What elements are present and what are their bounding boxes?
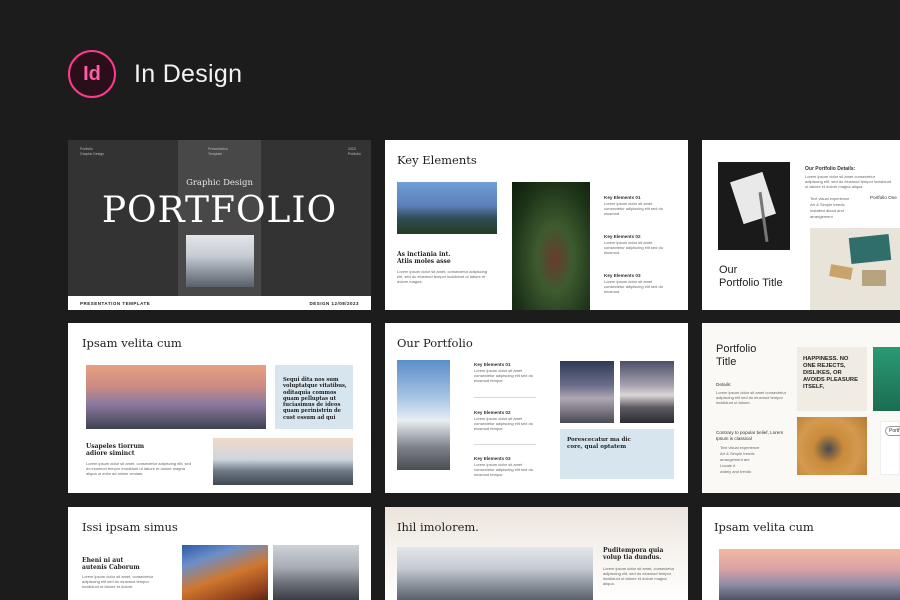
photo-snow-mountain: [213, 438, 353, 485]
slide-heading: As inctiania int. Atiis moles asse: [397, 251, 451, 265]
quote-text: Sequi dita nos sum voluptatque vitatibus…: [283, 377, 347, 421]
photo-pink-mountain: [719, 549, 900, 600]
book-shape: [848, 233, 892, 265]
item-label: Key Elements 01: [604, 195, 641, 200]
slide-title: Ihil imolorem.: [397, 520, 479, 534]
slide-portfolio-details[interactable]: Portfolio Title Details: Lorem ipsum dol…: [702, 323, 900, 493]
title-line-2: Title: [716, 356, 737, 368]
details-text: Lorem ipsum dolor sit amet consectetur a…: [716, 390, 787, 405]
cover-footer-right: DESIGN 12/08/2023: [309, 301, 359, 306]
slide-issi-ipsam[interactable]: Issi ipsam simus Eheni ni aut autenis Ca…: [68, 507, 371, 600]
item-label: Key Elements 03: [474, 456, 511, 461]
slide-key-elements[interactable]: Key Elements As inctiania int. Atiis mol…: [385, 140, 688, 310]
page-title: In Design: [134, 59, 243, 88]
bullet-item: Art & Simple trends: [810, 202, 845, 207]
photo-rock-sunset: [182, 545, 268, 600]
item-text: Lorem ipsum dolor sit amet consectetur a…: [604, 240, 663, 255]
title-line-2: Portfolio Title: [719, 277, 783, 289]
photo-branding-mockup: [810, 228, 900, 310]
quote-text: Porescecatur ma dic core, qual optatem: [567, 437, 631, 450]
app-header: Id In Design: [68, 50, 242, 98]
divider: [474, 397, 536, 398]
cover-top-right: 2023 Portfolio: [348, 147, 361, 156]
title-line-1: Portfolio: [716, 343, 757, 355]
bullet-item: Text visual experience: [720, 445, 760, 450]
photo-tools-flatlay: [797, 417, 867, 475]
slide-title: Issi ipsam simus: [82, 520, 178, 534]
slide-title: Ipsam velita cum: [82, 336, 182, 350]
bullet-item: Locate it: [720, 463, 736, 468]
photo-lake-mountain: [620, 361, 674, 423]
item-text: Lorem ipsum dolor sit amet consectetur a…: [474, 368, 533, 383]
item-text: Lorem ipsum dolor sit amet consectetur a…: [604, 201, 663, 216]
details-heading: Our Portfolio Details:: [805, 166, 856, 172]
slide-title: Ipsam velita cum: [714, 520, 814, 534]
card-shape: [829, 264, 853, 280]
contrary-text: Contrary to popular belief, Lorem Ipsum …: [716, 430, 784, 441]
details-text: Lorem ipsum dolor sit amet consectetur a…: [805, 174, 892, 189]
item-label: Key Elements 03: [604, 273, 641, 278]
photo-dusk-mountain: [560, 361, 614, 423]
slide-body: Lorem ipsum dolor sit amet, consectetur …: [82, 574, 154, 589]
cover-photo-mountain: [186, 235, 254, 287]
cover-top-left: Portfolio Graphic Design: [80, 147, 105, 156]
item-label: Key Elements 01: [474, 362, 511, 367]
cover-top-center: Presentation Template: [208, 147, 228, 156]
bullet-item: Installed about and: [810, 208, 844, 213]
side-label: Portfolio One: [870, 195, 897, 200]
photo-snow-peaks: [397, 547, 593, 600]
photo-sunset-mountain: [86, 365, 266, 429]
bullet-item: Art & Simple trends: [720, 451, 755, 456]
photo-dark-stationery: [718, 162, 790, 250]
cover-footer-left: PRESENTATION TEMPLATE: [80, 301, 151, 306]
photo-forest-mountain: [397, 182, 497, 234]
bullet-item: arrangement: [810, 214, 833, 219]
slide-ihil-imolorem[interactable]: Ihil imolorem. Puditempora quia volup ti…: [385, 507, 688, 600]
bullet-item: widely and trends: [720, 469, 752, 474]
slide-title: Key Elements: [397, 153, 477, 167]
slide-portfolio-title[interactable]: Our Portfolio Details: Lorem ipsum dolor…: [702, 140, 900, 310]
item-label: Key Elements 02: [474, 410, 511, 415]
item-text: Lorem ipsum dolor sit amet consectetur a…: [604, 279, 663, 294]
pill-label: Portf: [885, 426, 900, 436]
divider: [474, 444, 536, 445]
slide-title: Our Portfolio: [397, 336, 473, 350]
bullet-item: Text visual experience: [810, 196, 850, 201]
slide-body: Lorem ipsum dolor sit amet, consectetur …: [397, 269, 488, 284]
slide-portfolio-cover[interactable]: Portfolio Graphic Design Presentation Te…: [68, 140, 371, 310]
slide-heading: Eheni ni aut autenis Caborum: [82, 557, 140, 571]
cover-subtitle: Graphic Design: [186, 178, 253, 188]
slide-heading: Puditempora quia volup tia dundus.: [603, 547, 664, 561]
paper-sheet-shape: [730, 171, 776, 225]
item-text: Lorem ipsum dolor sit amet consectetur a…: [474, 462, 533, 477]
indesign-logo-icon: Id: [68, 50, 116, 98]
item-text: Lorem ipsum dolor sit amet consectetur a…: [474, 416, 533, 431]
slide-ipsam-velita[interactable]: Ipsam velita cum Sequi dita nos sum volu…: [68, 323, 371, 493]
slide-heading: Usapeles tiorrum adiore siminct: [86, 443, 145, 457]
photo-gray-mountain: [273, 545, 359, 600]
photo-green-product: [873, 347, 900, 411]
details-label: Details:: [716, 382, 732, 387]
title-line-1: Our: [719, 264, 738, 276]
slide-ipsam-velita-2[interactable]: Ipsam velita cum: [702, 507, 900, 600]
slide-body: Lorem ipsum dolor sit amet, consectetur …: [603, 566, 675, 586]
photo-moth-leaf: [512, 182, 590, 310]
bullet-item: arrangement are: [720, 457, 750, 462]
item-label: Key Elements 02: [604, 234, 641, 239]
box-shape: [862, 270, 886, 286]
cover-title: PORTFOLIO: [101, 190, 338, 231]
slide-our-portfolio[interactable]: Our Portfolio Key Elements 01 Lorem ipsu…: [385, 323, 688, 493]
quote-text: HAPPINESS. NO ONE REJECTS, DISLIKES, OR …: [803, 356, 858, 390]
slide-body: Lorem ipsum dolor sit amet, consectetur …: [86, 461, 191, 476]
photo-sky-mountain: [397, 360, 450, 470]
